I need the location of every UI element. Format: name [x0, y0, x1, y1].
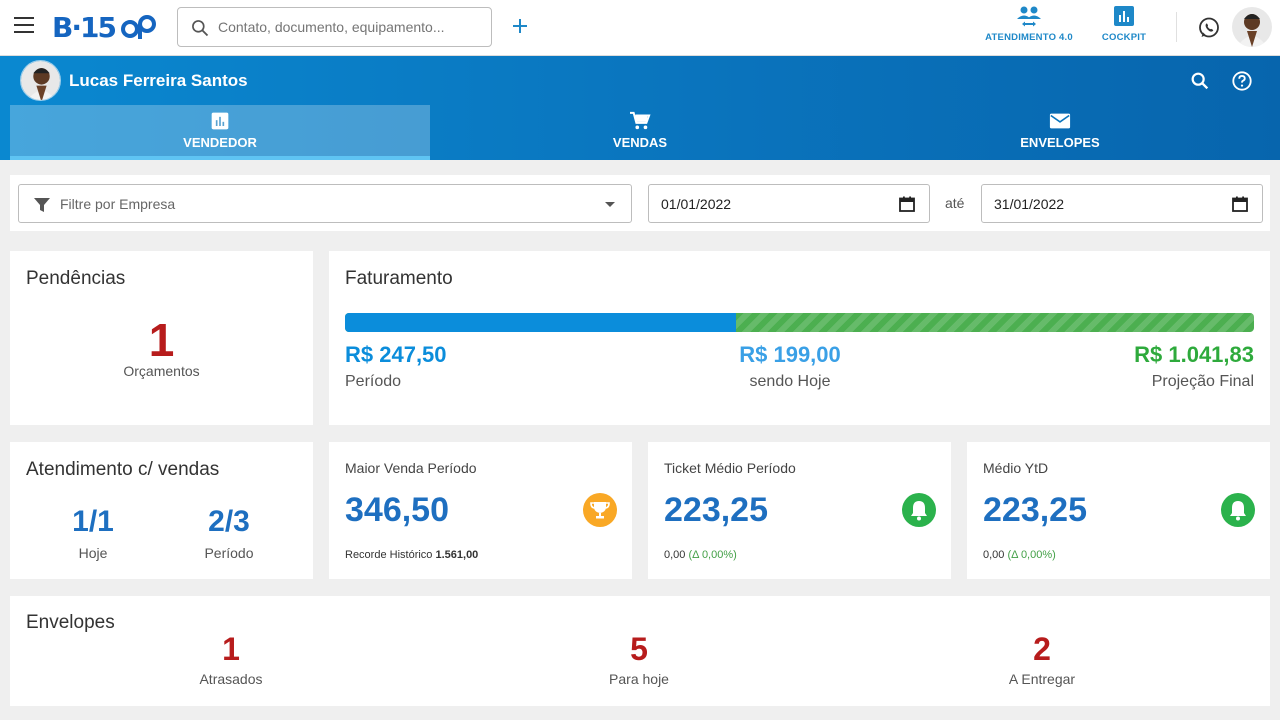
record-label: Recorde Histórico	[345, 549, 436, 561]
atendimento-card[interactable]: Atendimento c/ vendas 1/1 Hoje 2/3 Perío…	[10, 442, 313, 579]
mail-icon	[1049, 113, 1071, 129]
tab-label: VENDAS	[612, 135, 668, 150]
stat-value: 223,25	[983, 491, 1087, 529]
envelopes-card[interactable]: Envelopes 1 Atrasados 5 Para hoje 2 A En…	[10, 596, 1270, 706]
envelopes-atrasados-label: Atrasados	[199, 671, 263, 687]
record-value: 1.561,00	[435, 549, 479, 561]
atendimento-periodo-value: 2/3	[208, 505, 250, 538]
bar-chart-icon	[1114, 6, 1134, 26]
pendencias-label: Orçamentos	[123, 363, 200, 379]
chevron-down-icon	[605, 202, 615, 207]
envelopes-para-hoje-label: Para hoje	[609, 671, 669, 687]
stat-foot-delta: (Δ 0,00%)	[688, 549, 737, 561]
stat-foot-value: 0,00	[664, 549, 686, 561]
date-from-value: 01/01/2022	[661, 196, 732, 212]
stat-value: 346,50	[345, 491, 449, 529]
faturamento-progress-bar	[345, 313, 1254, 332]
periodo-label: Período	[345, 373, 402, 390]
date-from-field[interactable]: 01/01/2022	[648, 184, 930, 223]
b15-logo[interactable]: B·15	[52, 10, 157, 44]
date-to-field[interactable]: 31/01/2022	[981, 184, 1263, 223]
bell-icon	[1221, 493, 1255, 527]
bell-icon	[902, 493, 936, 527]
filter-icon	[34, 198, 50, 212]
logo-mark-icon	[120, 15, 156, 39]
profile-name: Lucas Ferreira Santos	[69, 71, 248, 90]
calendar-icon	[1232, 196, 1248, 212]
projecao-label: Projeção Final	[1151, 373, 1254, 390]
faturamento-progress-fill	[345, 313, 736, 332]
card-title: Atendimento c/ vendas	[26, 459, 220, 480]
pendencias-count: 1	[148, 314, 175, 366]
section-tabs: VENDEDOR VENDAS ENVELOPES	[10, 105, 1270, 160]
tab-label: ENVELOPES	[1020, 135, 1100, 150]
bar-chart-icon	[211, 112, 229, 130]
date-to-value: 31/01/2022	[994, 196, 1065, 212]
faturamento-card[interactable]: Faturamento R$ 247,50 Período R$ 199,00 …	[329, 251, 1270, 425]
medio-ytd-card[interactable]: Médio YtD 223,25 0,00 (Δ 0,00%)	[967, 442, 1270, 579]
avatar-image	[21, 61, 60, 100]
menu-icon[interactable]	[14, 17, 34, 33]
search-icon	[192, 20, 209, 37]
atendimento-label: ATENDIMENTO 4.0	[985, 32, 1073, 43]
avatar-image	[1232, 7, 1272, 47]
envelopes-a-entregar-value: 2	[1033, 631, 1051, 667]
stat-footer: 0,00 (Δ 0,00%)	[983, 549, 1056, 561]
card-title: Envelopes	[26, 612, 115, 633]
divider	[1176, 12, 1177, 42]
profile-avatar	[20, 60, 61, 101]
tab-label: VENDEDOR	[183, 135, 257, 150]
stat-title: Médio YtD	[983, 460, 1049, 476]
card-title: Faturamento	[345, 268, 453, 289]
envelopes-a-entregar-label: A Entregar	[1008, 671, 1076, 687]
company-filter-placeholder: Filtre por Empresa	[60, 196, 176, 212]
add-icon[interactable]	[509, 15, 531, 37]
stat-foot-value: 0,00	[983, 549, 1005, 561]
calendar-icon	[899, 196, 915, 212]
hoje-value: R$ 199,00	[739, 342, 841, 367]
help-icon[interactable]	[1231, 70, 1253, 92]
search-input[interactable]	[218, 16, 483, 38]
global-search[interactable]	[177, 7, 492, 47]
ticket-medio-card[interactable]: Ticket Médio Período 223,25 0,00 (Δ 0,00…	[648, 442, 951, 579]
envelopes-para-hoje-value: 5	[630, 631, 648, 667]
stat-foot-delta: (Δ 0,00%)	[1007, 549, 1056, 561]
people-icon	[1017, 6, 1041, 27]
hoje-label: sendo Hoje	[749, 373, 831, 390]
atendimento-hoje-label: Hoje	[78, 545, 108, 561]
stat-value: 223,25	[664, 491, 768, 529]
user-avatar[interactable]	[1232, 7, 1272, 47]
atendimento-periodo-label: Período	[204, 545, 254, 561]
envelopes-atrasados-value: 1	[222, 631, 240, 667]
tab-vendas[interactable]: VENDAS	[430, 105, 850, 160]
cockpit-label: COCKPIT	[1101, 32, 1147, 43]
atendimento-button[interactable]: ATENDIMENTO 4.0	[985, 4, 1073, 50]
stat-title: Ticket Médio Período	[664, 460, 796, 476]
pendencias-card[interactable]: Pendências 1 Orçamentos	[10, 251, 313, 425]
cockpit-button[interactable]: COCKPIT	[1100, 4, 1148, 50]
filter-bar: Filtre por Empresa 01/01/2022 até 31/01/…	[10, 175, 1270, 231]
maior-venda-card[interactable]: Maior Venda Período 346,50 Recorde Histó…	[329, 442, 632, 579]
logo-wordmark: B·15	[52, 10, 117, 44]
card-title: Pendências	[26, 268, 126, 289]
profile-header: Lucas Ferreira Santos VENDEDOR VENDAS EN…	[0, 56, 1280, 160]
tab-vendedor[interactable]: VENDEDOR	[10, 105, 430, 160]
tab-envelopes[interactable]: ENVELOPES	[850, 105, 1270, 160]
whatsapp-icon[interactable]	[1197, 16, 1221, 40]
top-app-bar: B·15 ATENDIMENTO 4.0 COCKPIT	[0, 0, 1280, 56]
stat-footer: Recorde Histórico 1.561,00	[345, 549, 478, 561]
trophy-icon	[583, 493, 617, 527]
periodo-value: R$ 247,50	[345, 342, 447, 367]
stat-title: Maior Venda Período	[345, 460, 477, 476]
projecao-value: R$ 1.041,83	[1134, 342, 1254, 367]
cart-icon	[630, 111, 651, 130]
atendimento-hoje-value: 1/1	[72, 505, 114, 538]
company-filter-select[interactable]: Filtre por Empresa	[18, 184, 632, 223]
search-icon[interactable]	[1189, 70, 1211, 92]
stat-footer: 0,00 (Δ 0,00%)	[664, 549, 737, 561]
date-separator: até	[945, 195, 965, 211]
